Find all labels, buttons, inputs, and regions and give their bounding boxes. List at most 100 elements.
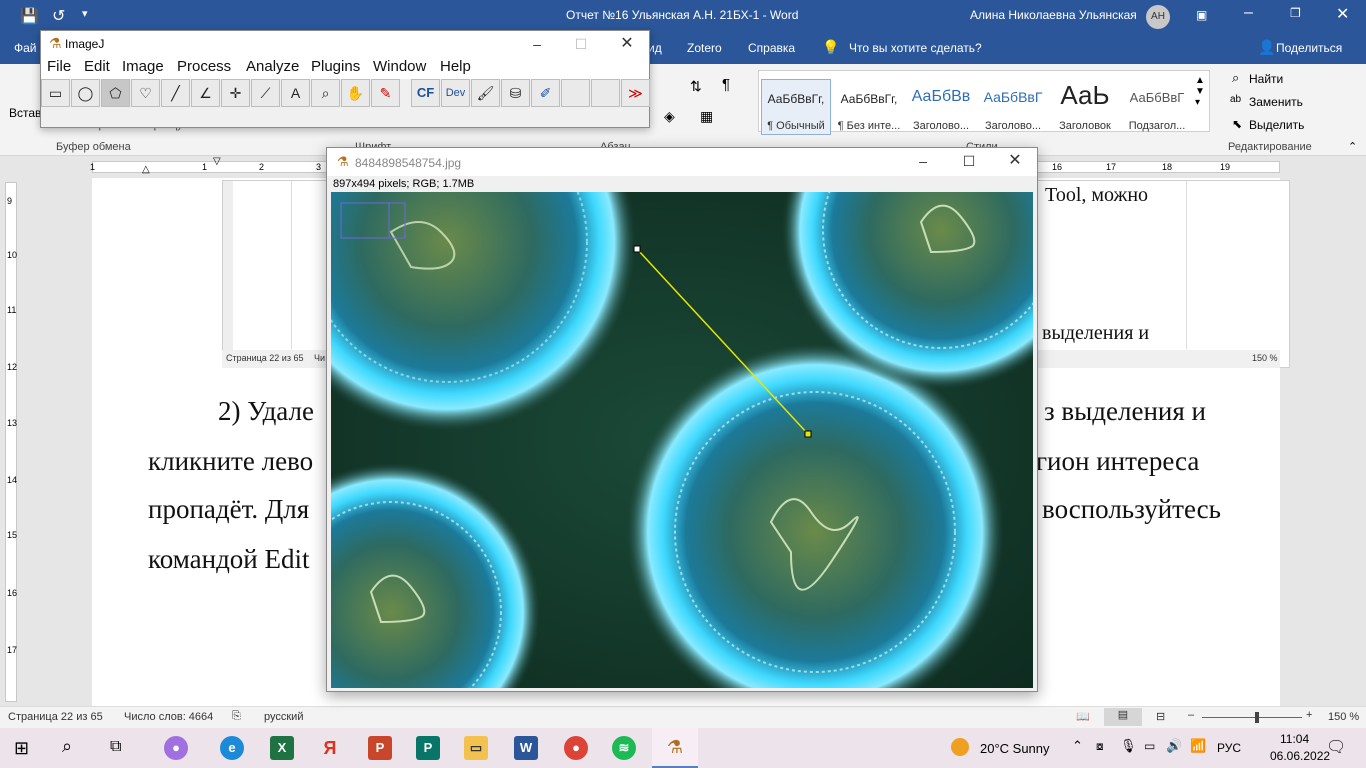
menu-process[interactable]: Process <box>177 58 231 75</box>
weather-text[interactable]: 20°C Sunny <box>980 741 1050 756</box>
word-icon[interactable]: W <box>514 736 538 760</box>
tab-zotero[interactable]: Zotero <box>687 41 722 55</box>
edge-icon[interactable]: e <box>220 736 244 760</box>
close-icon[interactable]: ✕ <box>1336 4 1349 24</box>
angle-tool[interactable]: ∠ <box>191 79 220 107</box>
indent-marker-icon[interactable]: △ <box>142 164 150 175</box>
zoom-level[interactable]: 150 % <box>1328 711 1359 723</box>
freehand-tool[interactable]: ♡ <box>131 79 160 107</box>
flood-fill-tool[interactable]: ⛁ <box>501 79 530 107</box>
collapse-ribbon-icon[interactable]: ⌃ <box>1348 140 1357 153</box>
customize-qat-icon[interactable]: ▾ <box>82 7 88 20</box>
menu-analyze[interactable]: Analyze <box>246 58 299 75</box>
empty-slot-1[interactable] <box>561 79 590 107</box>
styles-scroll-icon[interactable]: ▲ ▼ ▾ <box>1195 75 1205 108</box>
pilcrow-icon[interactable]: ¶ <box>722 76 730 93</box>
cf-tool[interactable]: CF <box>411 79 440 107</box>
point-tool[interactable]: ✛ <box>221 79 250 107</box>
image-minimize-icon[interactable]: – <box>913 152 933 170</box>
line-tool[interactable]: ╱ <box>161 79 190 107</box>
rectangle-tool[interactable]: ▭ <box>41 79 70 107</box>
style-heading-2[interactable]: АаБбВвГ Заголово... <box>978 79 1048 135</box>
polygon-tool[interactable]: ⬠ <box>101 79 130 107</box>
clock-time[interactable]: 11:04 <box>1280 732 1309 746</box>
color-picker-tool[interactable]: ✎ <box>371 79 400 107</box>
file-explorer-icon[interactable]: ▭ <box>464 736 488 760</box>
style-normal[interactable]: АаБбВвГг, ¶ Обычный <box>761 79 831 135</box>
read-mode-icon[interactable]: 📖 <box>1076 710 1090 723</box>
indent-marker-icon[interactable]: ▽ <box>213 156 221 167</box>
powerpoint-icon[interactable]: P <box>368 736 392 760</box>
image-close-icon[interactable]: ✕ <box>1005 152 1025 170</box>
imagej-minimize-icon[interactable]: – <box>527 35 547 53</box>
tab-file[interactable]: Фай <box>14 41 37 55</box>
image-maximize-icon[interactable]: ☐ <box>959 152 979 170</box>
select-button[interactable]: Выделить <box>1249 118 1304 132</box>
wand-tool[interactable]: ⟋ <box>251 79 280 107</box>
imagej-title-bar[interactable]: ⚗ ImageJ – ☐ ✕ <box>41 31 649 57</box>
shading-icon[interactable]: ◈ <box>664 108 675 125</box>
zoom-in-button[interactable]: + <box>1306 709 1312 721</box>
style-no-spacing[interactable]: АаБбВвГг, ¶ Без инте... <box>834 79 904 135</box>
empty-slot-2[interactable] <box>591 79 620 107</box>
imagej-maximize-icon[interactable]: ☐ <box>571 35 591 53</box>
replace-button[interactable]: Заменить <box>1249 95 1303 109</box>
brush-tool[interactable]: 🖌 <box>471 79 500 107</box>
chrome-icon[interactable]: ● <box>564 736 588 760</box>
imagej-close-icon[interactable]: ✕ <box>617 35 637 53</box>
alice-icon[interactable]: ● <box>164 736 188 760</box>
save-icon[interactable]: 💾 <box>20 7 39 25</box>
print-layout-icon[interactable]: ▤ <box>1104 708 1142 726</box>
battery-icon[interactable]: ▭ <box>1144 739 1155 753</box>
zoom-slider[interactable] <box>1202 712 1302 723</box>
web-layout-icon[interactable]: ⊟ <box>1156 710 1165 723</box>
restore-icon[interactable]: ❐ <box>1290 6 1301 20</box>
ribbon-display-icon[interactable]: ▣ <box>1196 8 1207 22</box>
windows-start-icon[interactable]: ⊞ <box>14 738 29 759</box>
hand-tool[interactable]: ✋ <box>341 79 370 107</box>
menu-edit[interactable]: Edit <box>84 58 110 75</box>
image-window-title-bar[interactable]: ⚗ 8484898548754.jpg – ☐ ✕ <box>327 148 1037 176</box>
style-subtitle[interactable]: АаБбВвГ Подзагол... <box>1122 79 1192 135</box>
tab-help[interactable]: Справка <box>748 41 795 55</box>
avatar[interactable]: АН <box>1146 5 1170 29</box>
text-tool[interactable]: A <box>281 79 310 107</box>
search-icon[interactable]: ⌕ <box>62 736 72 757</box>
style-title[interactable]: АаЬ Заголовок <box>1050 79 1120 135</box>
menu-window[interactable]: Window <box>373 58 426 75</box>
spotify-icon[interactable]: ≋ <box>612 736 636 760</box>
language-indicator[interactable]: русский <box>264 711 303 723</box>
input-language[interactable]: РУС <box>1217 741 1241 755</box>
dev-tool[interactable]: Dev <box>441 79 470 107</box>
style-heading-1[interactable]: АаБбВв Заголово... <box>906 79 976 135</box>
menu-help[interactable]: Help <box>440 58 471 75</box>
imagej-taskbar-icon[interactable]: ⚗ <box>652 728 698 768</box>
yandex-browser-icon[interactable]: Я <box>318 736 342 760</box>
menu-image[interactable]: Image <box>122 58 164 75</box>
sort-icon[interactable]: ⇅ <box>690 78 702 95</box>
pencil-tool[interactable]: ✐ <box>531 79 560 107</box>
volume-icon[interactable]: 🔊 <box>1166 738 1182 754</box>
publisher-icon[interactable]: P <box>416 736 440 760</box>
weather-icon[interactable] <box>951 738 969 756</box>
word-count[interactable]: Число слов: 4664 <box>124 711 213 723</box>
minimize-icon[interactable]: – <box>1244 4 1253 22</box>
tell-me-input[interactable]: Что вы хотите сделать? <box>849 41 982 55</box>
page-counter[interactable]: Страница 22 из 65 <box>8 711 103 723</box>
share-button[interactable]: Поделиться <box>1276 41 1342 55</box>
find-button[interactable]: Найти <box>1249 72 1283 86</box>
zoom-slider-thumb[interactable] <box>1255 712 1259 723</box>
user-name[interactable]: Алина Николаевна Ульянская <box>970 8 1137 22</box>
oval-tool[interactable]: ◯ <box>71 79 100 107</box>
notification-icon[interactable]: 🗨 <box>1326 737 1346 757</box>
menu-plugins[interactable]: Plugins <box>311 58 360 75</box>
borders-icon[interactable]: ▦ <box>700 108 713 125</box>
excel-icon[interactable]: X <box>270 736 294 760</box>
undo-icon[interactable]: ↺ <box>52 6 65 26</box>
proofing-icon[interactable]: ⎘ <box>232 710 241 723</box>
tab-design[interactable]: ид <box>648 41 662 55</box>
clock-date[interactable]: 06.06.2022 <box>1270 749 1330 763</box>
task-view-icon[interactable]: ⧉ <box>110 738 121 756</box>
zoom-out-button[interactable]: – <box>1188 709 1194 721</box>
paste-button-label[interactable]: Встав <box>9 106 41 120</box>
